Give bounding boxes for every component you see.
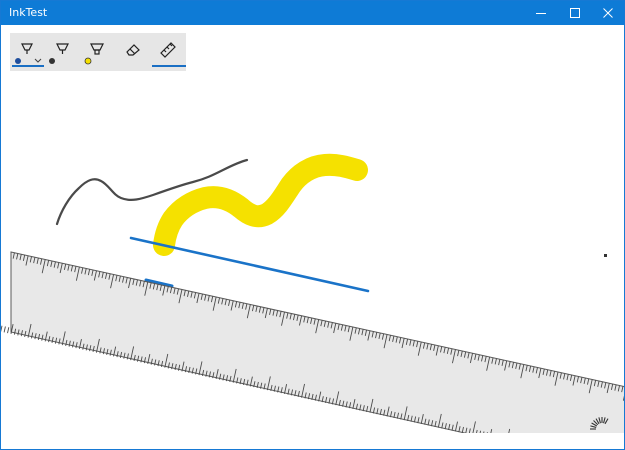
ruler-icon	[160, 42, 176, 58]
highlighter-color-swatch	[84, 57, 92, 65]
pencil-color-swatch	[49, 58, 55, 64]
window-title: InkTest	[9, 6, 48, 19]
ruler-tick	[524, 437, 526, 447]
highlighter-icon	[90, 43, 104, 55]
ruler-tick	[517, 439, 518, 445]
ink-surface[interactable]	[1, 25, 624, 449]
close-button[interactable]	[591, 1, 624, 25]
ruler-tick	[531, 442, 532, 448]
ruler[interactable]	[1, 251, 624, 449]
ruler-tick	[541, 436, 544, 449]
ruler-tick	[503, 436, 504, 442]
ruler-tick	[514, 438, 515, 444]
highlighter-button[interactable]	[80, 33, 114, 71]
highlighter-stroke	[153, 153, 368, 256]
pencil-icon	[56, 43, 69, 54]
app-window: InkTest	[0, 0, 625, 450]
pen-ruler-stroke	[129, 236, 370, 293]
ruler-tick	[3, 326, 6, 333]
ruler-tick	[544, 445, 545, 449]
ink-toolbar	[10, 33, 186, 71]
ruler-button[interactable]	[150, 33, 186, 71]
ruler-tick	[7, 327, 10, 334]
ink-canvas[interactable]	[1, 25, 624, 449]
ruler-tick	[510, 438, 511, 444]
ruler-tick	[486, 432, 488, 433]
ruler-tick	[1, 325, 3, 332]
ballpoint-pen-button[interactable]	[10, 33, 44, 71]
ruler-tick	[527, 441, 528, 447]
ruler-tick	[534, 443, 535, 449]
ruler-tick	[555, 447, 556, 449]
ruler-tick	[575, 444, 578, 449]
minimize-icon	[536, 13, 546, 14]
ruler-tick	[537, 444, 538, 449]
ruler-body[interactable]	[10, 251, 624, 449]
ruler-tick	[558, 444, 560, 449]
pen-color-swatch	[15, 58, 21, 64]
ruler-tick	[520, 440, 521, 446]
ruler-tick	[551, 447, 552, 449]
maximize-button[interactable]	[558, 1, 592, 25]
eraser-button[interactable]	[116, 33, 150, 71]
pencil-button[interactable]	[46, 33, 80, 71]
close-icon	[603, 8, 613, 18]
canvas-dot	[604, 254, 607, 257]
ruler-tick	[548, 446, 549, 449]
title-bar[interactable]: InkTest	[1, 1, 624, 25]
maximize-icon	[570, 8, 580, 18]
ruler-tick	[496, 435, 497, 441]
chevron-down-icon[interactable]	[34, 58, 42, 63]
ruler-tick	[493, 434, 494, 440]
eraser-icon	[126, 44, 140, 56]
ballpoint-pen-icon	[21, 43, 33, 54]
minimize-button[interactable]	[524, 1, 558, 25]
ruler-tick	[500, 435, 501, 441]
